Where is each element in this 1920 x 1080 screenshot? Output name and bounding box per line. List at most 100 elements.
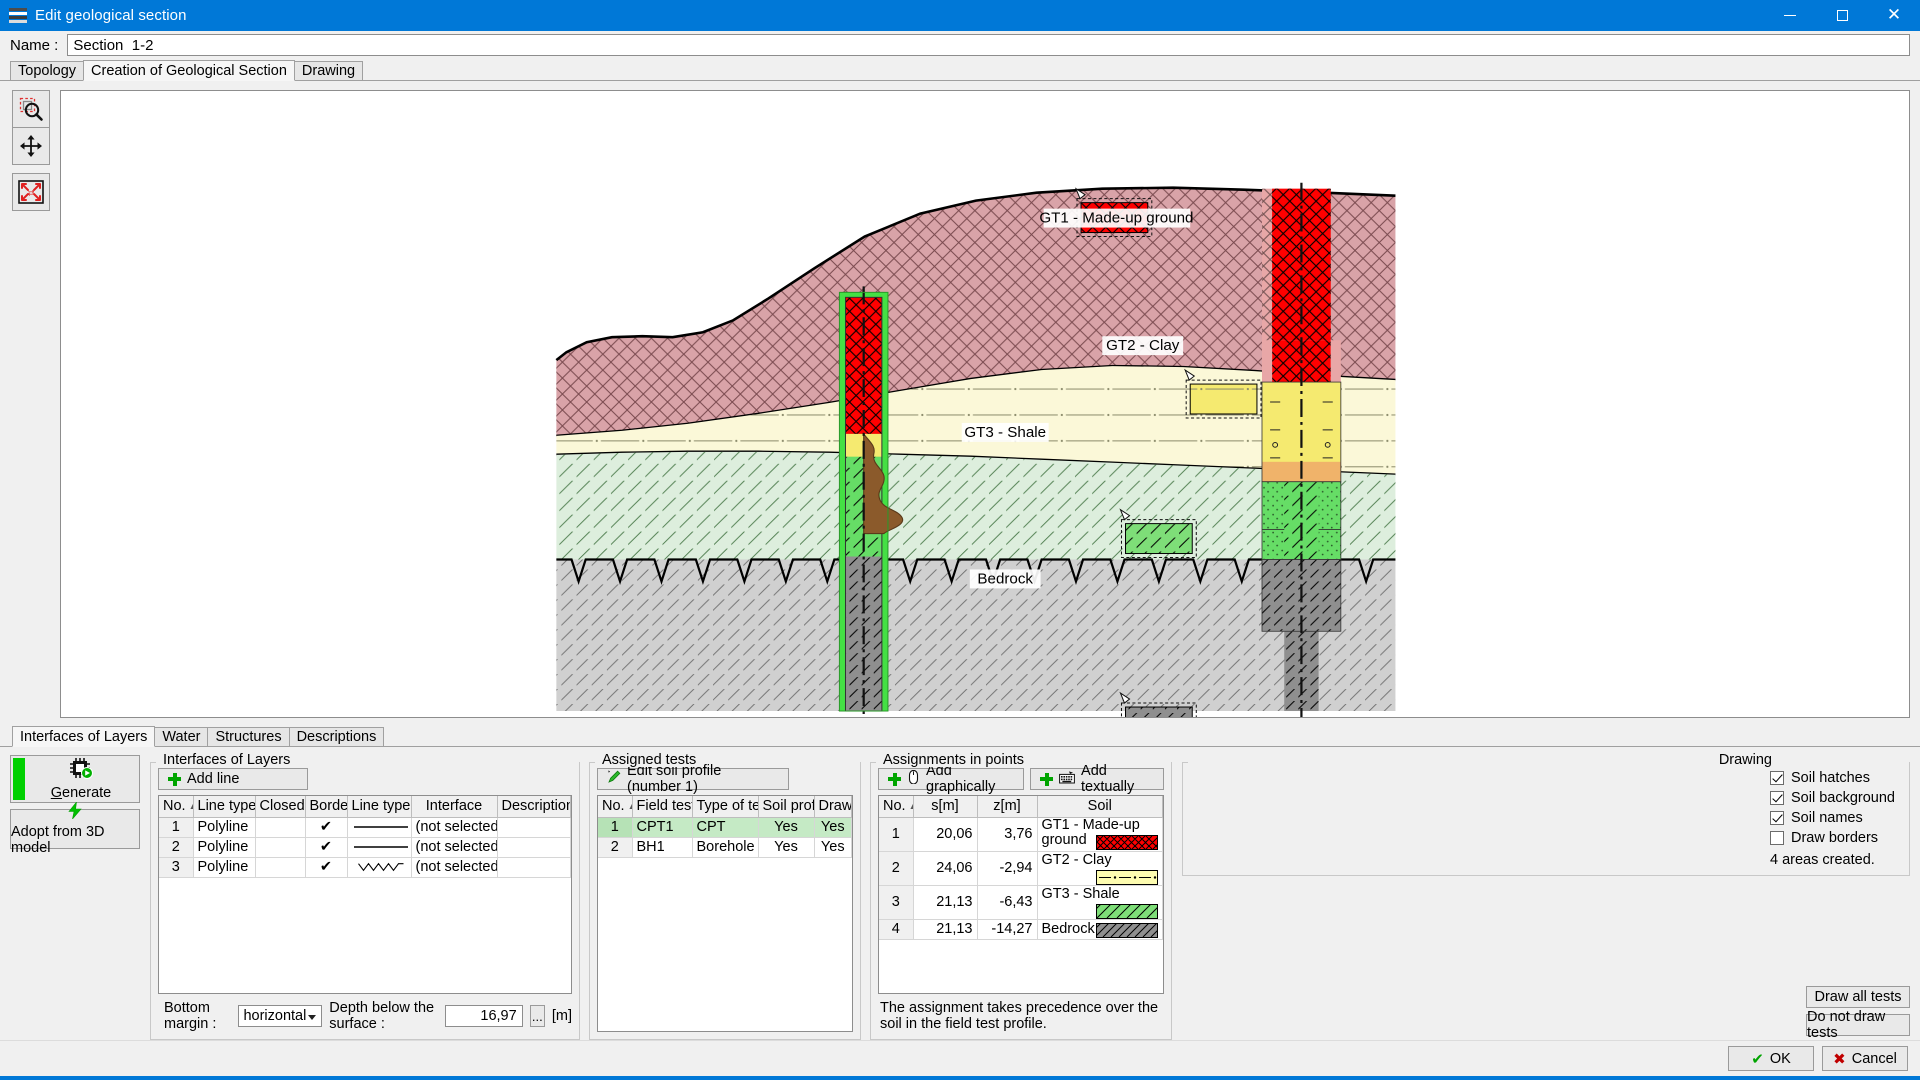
- check-icon: ✔: [1751, 1049, 1764, 1068]
- top-tabstrip: Topology Creation of Geological Section …: [0, 59, 1920, 81]
- lower-tab-interfaces-of-layers[interactable]: Interfaces of Layers: [12, 726, 156, 747]
- maximize-button[interactable]: [1816, 0, 1868, 31]
- tab-drawing[interactable]: Drawing: [293, 61, 364, 81]
- draw-borders-checkbox[interactable]: [1770, 831, 1784, 845]
- interfaces-table: No.▲ Line type Closed Border Line type I…: [159, 796, 571, 878]
- table-row[interactable]: 4 21,13 -14,27 Bedrock: [879, 919, 1163, 940]
- table-row[interactable]: 3 21,13 -6,43 GT3 - Shale: [879, 885, 1163, 920]
- edit-soil-profile-button[interactable]: Edit soil profile (number 1): [597, 763, 789, 795]
- col-draw-tests[interactable]: Draw tests: [814, 796, 852, 818]
- bottom-margin-row: Bottom margin : horizontal Depth below t…: [158, 994, 572, 1032]
- add-line-label: Add line: [187, 771, 240, 787]
- name-row: Name :: [0, 31, 1920, 59]
- table-row[interactable]: 2 Polyline ✔ (not selected): [159, 837, 571, 858]
- zigzag-line-icon: [357, 862, 403, 872]
- add-graphically-button[interactable]: Add graphically: [878, 763, 1025, 795]
- label-gt1: GT1 - Made-up ground: [1039, 208, 1193, 228]
- col-type-of-test[interactable]: Type of test: [692, 796, 759, 818]
- tab-creation-of-geological-section[interactable]: Creation of Geological Section: [83, 60, 295, 81]
- minimize-button[interactable]: [1764, 0, 1816, 31]
- cell-draw-tests: Yes: [814, 817, 852, 838]
- generate-button[interactable]: Generate: [10, 755, 140, 803]
- tab-topology[interactable]: Topology: [10, 61, 85, 81]
- cell-type: Borehole: [692, 837, 759, 858]
- depth-browse-button[interactable]: ...: [529, 1005, 545, 1027]
- cell-soil: GT1 - Made-up ground: [1037, 817, 1163, 852]
- cell-no: 3: [879, 885, 914, 920]
- col-closed[interactable]: Closed: [255, 796, 306, 818]
- col-field-test[interactable]: Field test: [632, 796, 693, 818]
- title-bar: Edit geological section ✕: [0, 0, 1920, 31]
- drawing-groupbox: Drawing Soil hatches Soil background Soi…: [1182, 753, 1910, 876]
- soil-hatches-checkbox[interactable]: [1770, 771, 1784, 785]
- add-line-button[interactable]: Add line: [158, 768, 308, 790]
- soil-names-label: Soil names: [1791, 810, 1863, 826]
- cell-closed: [255, 817, 306, 838]
- areas-created-note: 4 areas created.: [1770, 852, 1875, 868]
- table-row[interactable]: 1 CPT1 CPT Yes Yes: [598, 817, 852, 838]
- section-name-input[interactable]: [67, 34, 1910, 56]
- col-no[interactable]: No.▲: [598, 796, 633, 818]
- assignments-in-points-column: Assignments in points Add graphically Ad…: [870, 753, 1172, 1040]
- zoom-all-icon[interactable]: ⇄: [12, 173, 50, 211]
- table-row[interactable]: 1 Polyline ✔ (not selected): [159, 817, 571, 838]
- cell-soil: GT3 - Shale: [1037, 885, 1163, 920]
- col-interface[interactable]: Interface: [411, 796, 498, 818]
- cell-field-test: BH1: [632, 837, 693, 858]
- adopt-from-3d-model-button[interactable]: Adopt from 3D model: [10, 800, 140, 856]
- lower-tab-structures[interactable]: Structures: [207, 727, 290, 747]
- checkbox-row-soil-background[interactable]: Soil background: [1770, 788, 1902, 808]
- cell-no: 1: [598, 817, 633, 838]
- solid-line-icon: [353, 826, 408, 828]
- solid-line-icon: [353, 846, 408, 848]
- col-description[interactable]: Description: [497, 796, 571, 818]
- assignments-table-wrap[interactable]: No.▲ s[m] z[m] Soil 1 20,06 3,76 G: [878, 795, 1164, 994]
- col-line-type[interactable]: Line type: [193, 796, 256, 818]
- bottom-margin-select[interactable]: horizontal: [238, 1005, 323, 1027]
- depth-input[interactable]: [444, 1005, 523, 1027]
- pencil-icon: [607, 770, 621, 788]
- add-textually-button[interactable]: Add textually: [1030, 763, 1164, 795]
- col-soil-profile[interactable]: Soil profile: [758, 796, 815, 818]
- pan-icon[interactable]: [12, 127, 50, 165]
- geological-section-canvas[interactable]: GT1 - Made-up ground GT2 - Clay GT3 - Sh…: [60, 90, 1910, 718]
- soil-names-checkbox[interactable]: [1770, 811, 1784, 825]
- col-no[interactable]: No.▲: [879, 796, 914, 818]
- table-row[interactable]: 2 24,06 -2,94 GT2 - Clay: [879, 851, 1163, 886]
- assigned-tests-table-wrap[interactable]: No.▲ Field test Type of test Soil profil…: [597, 795, 853, 1032]
- soil-background-checkbox[interactable]: [1770, 791, 1784, 805]
- assignments-header-row: No.▲ s[m] z[m] Soil: [879, 796, 1163, 818]
- do-not-draw-tests-button[interactable]: Do not draw tests: [1806, 1009, 1910, 1041]
- cell-border: ✔: [305, 837, 348, 858]
- col-z[interactable]: z[m]: [977, 796, 1038, 818]
- close-button[interactable]: ✕: [1868, 0, 1920, 31]
- table-row[interactable]: 3 Polyline ✔ (not selected): [159, 857, 571, 878]
- geological-layers-icon: [9, 7, 27, 25]
- soil-background-label: Soil background: [1791, 790, 1895, 806]
- col-border[interactable]: Border: [305, 796, 348, 818]
- lower-tab-water[interactable]: Water: [154, 727, 209, 747]
- zoom-window-icon[interactable]: [12, 90, 50, 128]
- canvas-toolbar: ⇄: [10, 90, 52, 718]
- cell-border: ✔: [305, 817, 348, 838]
- checkbox-row-draw-borders[interactable]: Draw borders: [1770, 828, 1902, 848]
- draw-all-tests-button[interactable]: Draw all tests: [1806, 986, 1910, 1008]
- col-no[interactable]: No.▲: [159, 796, 194, 818]
- checkbox-row-soil-names[interactable]: Soil names: [1770, 808, 1902, 828]
- lower-tab-descriptions[interactable]: Descriptions: [288, 727, 385, 747]
- cell-line-style: [347, 817, 412, 838]
- table-row[interactable]: 2 BH1 Borehole Yes Yes: [598, 837, 852, 858]
- col-s[interactable]: s[m]: [913, 796, 978, 818]
- checkbox-row-soil-hatches[interactable]: Soil hatches: [1770, 768, 1902, 788]
- cancel-button[interactable]: ✖ Cancel: [1822, 1046, 1908, 1071]
- cell-closed: [255, 857, 306, 878]
- col-soil[interactable]: Soil: [1037, 796, 1163, 818]
- cell-line-style: [347, 857, 412, 878]
- ok-button[interactable]: ✔ OK: [1728, 1046, 1814, 1071]
- cell-s: 24,06: [913, 851, 978, 886]
- ok-label: OK: [1769, 1050, 1791, 1067]
- cell-no: 1: [159, 817, 194, 838]
- table-row[interactable]: 1 20,06 3,76 GT1 - Made-up ground: [879, 817, 1163, 852]
- interfaces-table-wrap[interactable]: No.▲ Line type Closed Border Line type I…: [158, 795, 572, 994]
- col-line-style[interactable]: Line type: [347, 796, 412, 818]
